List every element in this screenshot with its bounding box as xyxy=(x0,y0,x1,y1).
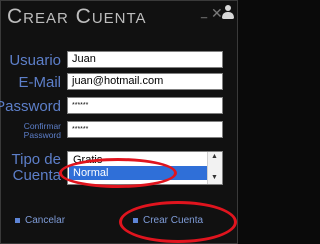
create-account-button[interactable]: Crear Cuenta xyxy=(133,215,203,226)
password-field[interactable]: ****** xyxy=(67,97,223,114)
listbox-scrollbar[interactable]: ▲ ▼ xyxy=(207,152,222,184)
account-type-listbox[interactable]: Gratis Normal ▲ ▼ xyxy=(67,151,223,185)
confirm-password-label: Confirmar Password xyxy=(23,121,61,140)
scroll-down-icon[interactable]: ▼ xyxy=(211,174,218,181)
account-type-option-normal[interactable]: Normal xyxy=(69,166,211,180)
square-icon xyxy=(133,217,138,223)
account-type-label: Tipo de Cuenta xyxy=(11,151,61,184)
usuario-field[interactable]: Juan xyxy=(67,51,223,68)
cancel-button[interactable]: Cancelar xyxy=(15,215,65,226)
create-account-window: Crear Cuenta _ ✕ Usuario Juan E-Mail jua… xyxy=(0,0,238,244)
user-icon xyxy=(221,4,235,20)
email-label: E-Mail xyxy=(18,74,61,91)
square-icon xyxy=(15,217,20,223)
password-label: Password xyxy=(0,98,61,115)
email-field[interactable]: juan@hotmail.com xyxy=(67,73,223,90)
scroll-up-icon[interactable]: ▲ xyxy=(211,153,218,160)
window-title: Crear Cuenta xyxy=(7,5,147,28)
minimize-icon[interactable]: _ xyxy=(201,7,210,19)
usuario-label: Usuario xyxy=(9,52,61,69)
account-type-option-gratis[interactable]: Gratis xyxy=(69,153,211,167)
confirm-password-field[interactable]: ****** xyxy=(67,121,223,138)
